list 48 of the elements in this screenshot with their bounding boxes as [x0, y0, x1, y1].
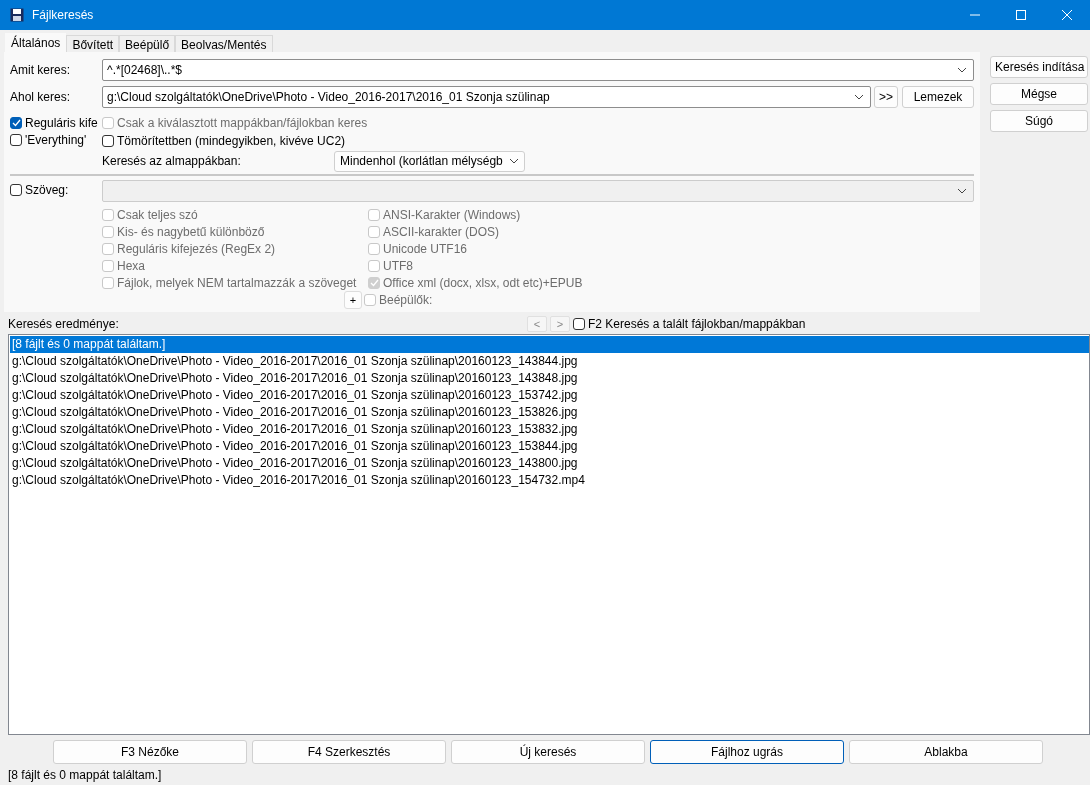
result-row[interactable]: [8 fájlt és 0 mappát találtam.] [10, 336, 1089, 353]
chevron-down-icon [509, 158, 519, 164]
side-button[interactable]: Súgó [990, 110, 1088, 132]
checkbox[interactable]: 'Everything' [10, 133, 87, 147]
maximize-icon[interactable] [1016, 10, 1026, 20]
tab[interactable]: Beolvas/Mentés [175, 35, 273, 52]
result-row[interactable]: g:\Cloud szolgáltatók\OneDrive\Photo - Video_2016-2017\2016_01 Szonja szülinap\20160123_143848.jpg [10, 370, 1089, 387]
field-label: Keresés az almappákban: [102, 154, 242, 168]
search-path-combobox[interactable]: g:\Cloud szolgáltatók\OneDrive\Photo - Video_2016-2017\2016_01 Szonja szülinap [102, 85, 871, 108]
result-row[interactable]: g:\Cloud szolgáltatók\OneDrive\Photo - Video_2016-2017\2016_01 Szonja szülinap\20160123_153832.jpg [10, 421, 1089, 438]
checkmark-icon [369, 278, 379, 287]
chevron-down-icon [957, 66, 967, 73]
checkbox[interactable]: Tömörítettben (mindegyikben, kivéve UC2) [102, 134, 346, 148]
action-button[interactable]: F3 Nézőke [53, 740, 247, 764]
side-button[interactable]: Keresés indítása [990, 56, 1088, 78]
tab[interactable]: Beépülő [119, 35, 176, 52]
field-label: Ahol keres: [10, 89, 72, 104]
tab[interactable]: Bővített [66, 35, 120, 52]
status-text: [8 fájlt és 0 mappát találtam.] [7, 767, 163, 782]
drives-button[interactable]: Lemezek [902, 85, 974, 108]
action-button[interactable]: F4 Szerkesztés [252, 740, 446, 764]
field-label: Amit keres: [10, 62, 71, 77]
result-row[interactable]: g:\Cloud szolgáltatók\OneDrive\Photo - Video_2016-2017\2016_01 Szonja szülinap\20160123_153844.jpg [10, 438, 1089, 455]
window-title: Fájlkeresés [32, 8, 94, 22]
action-button[interactable]: Új keresés [451, 740, 645, 764]
result-row[interactable]: g:\Cloud szolgáltatók\OneDrive\Photo - Video_2016-2017\2016_01 Szonja szülinap\20160123_153742.jpg [10, 387, 1089, 404]
plus-button[interactable]: + [344, 290, 362, 309]
tab[interactable]: Általános [5, 33, 67, 52]
chevron-down-icon [854, 93, 864, 100]
checkbox[interactable]: Szöveg: [10, 183, 69, 197]
close-icon[interactable] [1062, 10, 1072, 20]
search-pattern-combobox[interactable]: ^.*[02468]\..*$ [102, 58, 974, 81]
results-label: Keresés eredménye: [8, 317, 120, 331]
checkmark-icon [11, 119, 21, 127]
chevron-down-icon [957, 188, 967, 194]
result-row[interactable]: g:\Cloud szolgáltatók\OneDrive\Photo - Video_2016-2017\2016_01 Szonja szülinap\20160123_143844.jpg [10, 353, 1089, 370]
subfolder-depth-dropdown[interactable]: Mindenhol (korlátlan mélységb [334, 150, 525, 172]
previous-button[interactable]: < [527, 316, 547, 332]
checkbox[interactable]: F2 Keresés a talált fájlokban/mappákban [573, 317, 806, 331]
checkbox[interactable]: Reguláris kife [10, 116, 98, 130]
result-row[interactable]: g:\Cloud szolgáltatók\OneDrive\Photo - Video_2016-2017\2016_01 Szonja szülinap\20160123_154732.mp4 [10, 472, 1089, 489]
action-button[interactable]: Ablakba [849, 740, 1043, 764]
action-button[interactable]: Fájlhoz ugrás [650, 740, 844, 764]
side-button[interactable]: Mégse [990, 83, 1088, 105]
browse-button[interactable]: >> [874, 85, 898, 108]
result-row[interactable]: g:\Cloud szolgáltatók\OneDrive\Photo - Video_2016-2017\2016_01 Szonja szülinap\20160123_143800.jpg [10, 455, 1089, 472]
next-button[interactable]: > [550, 316, 570, 332]
result-row[interactable]: g:\Cloud szolgáltatók\OneDrive\Photo - Video_2016-2017\2016_01 Szonja szülinap\20160123_153826.jpg [10, 404, 1089, 421]
